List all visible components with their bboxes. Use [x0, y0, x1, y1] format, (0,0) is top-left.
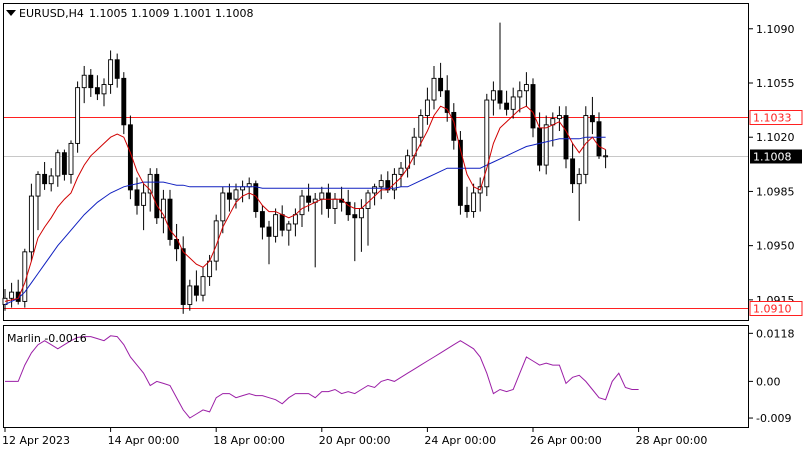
bull-candle-body [68, 142, 74, 175]
bear-candle-body [504, 102, 510, 110]
bear-candle-body [279, 214, 285, 231]
bull-candle-body [299, 195, 305, 216]
bear-candle-body [530, 84, 536, 129]
bull-candle-body [207, 260, 213, 278]
bear-candle-body [596, 121, 602, 157]
price-tick-label: 1.1020 [756, 131, 795, 144]
bull-candle-body [81, 74, 87, 89]
marlin-tick-label: 0.00 [756, 375, 781, 388]
time-tick-label: 18 Apr 00:00 [213, 434, 285, 447]
bull-candle-body [332, 198, 338, 209]
bull-candle-body [286, 223, 292, 231]
marlin-axis: 0.0118 0.00 -0.009 [749, 327, 795, 425]
bear-candle-body [438, 77, 444, 92]
bear-candle-body [114, 59, 120, 79]
level-price-label: 1.0910 [753, 303, 792, 316]
chart-canvas[interactable]: 1.10901.10551.10201.09851.09501.09151.10… [0, 0, 807, 452]
bear-candle-body [167, 198, 173, 240]
bear-candle-body [226, 192, 232, 200]
bear-candle-body [570, 158, 576, 185]
candle [75, 81, 81, 153]
bull-candle-body [101, 84, 107, 95]
bull-candle-body [576, 173, 582, 185]
bull-candle-body [424, 99, 430, 116]
bear-candle-body [352, 214, 358, 219]
candle [154, 168, 160, 224]
candle [121, 72, 127, 135]
bear-candle-body [259, 211, 265, 228]
time-tick-label: 20 Apr 00:00 [319, 434, 391, 447]
bull-candle-body [398, 167, 404, 175]
bull-candle-body [418, 115, 424, 138]
bull-candle-body [517, 90, 523, 98]
bull-candle-body [523, 84, 529, 92]
time-tick-label: 28 Apr 00:00 [636, 434, 708, 447]
ohlc-values: 1.1005 1.1009 1.1001 1.1008 [89, 7, 253, 20]
bull-candle-body [233, 189, 239, 200]
bull-candle-body [35, 173, 41, 197]
bull-candle-body [28, 195, 34, 253]
bull-candle-body [187, 285, 193, 305]
price-tick-label: 1.0985 [756, 185, 795, 198]
symbol-timeframe: EURUSD,H4 [19, 7, 84, 20]
bear-candle-body [180, 248, 186, 305]
time-tick-label: 26 Apr 00:00 [530, 434, 602, 447]
bear-candle-body [325, 192, 331, 209]
bull-candle-body [378, 180, 384, 188]
marlin-tick-label: 0.0118 [756, 327, 795, 340]
bear-candle-body [589, 115, 595, 123]
bull-candle-body [556, 115, 562, 120]
indicator-panel-frame [3, 325, 749, 428]
indicator-label: Marlin -0.0016 [7, 332, 87, 345]
bull-candle-body [200, 276, 206, 296]
bull-candle-body [431, 77, 437, 101]
price-tick-label: 1.0950 [756, 240, 795, 253]
bear-candle-body [497, 90, 503, 104]
bull-candle-body [55, 152, 61, 177]
time-tick-label: 14 Apr 00:00 [108, 434, 180, 447]
bear-candle-body [134, 189, 140, 206]
bull-candle-body [9, 291, 15, 299]
bear-candle-body [266, 226, 272, 237]
current-price-label: 1.1008 [753, 151, 792, 164]
bear-candle-body [306, 195, 312, 203]
price-tick-label: 1.1055 [756, 77, 795, 90]
bear-candle-body [121, 77, 127, 126]
bear-candle-body [193, 285, 199, 296]
bear-candle-body [537, 127, 543, 166]
bull-candle-body [48, 175, 54, 185]
time-tick-label: 24 Apr 00:00 [424, 434, 496, 447]
bear-candle-body [94, 87, 100, 95]
bear-candle-body [88, 74, 94, 89]
bull-candle-body [471, 192, 477, 213]
time-axis: 12 Apr 2023 14 Apr 00:00 18 Apr 00:00 20 Ap… [2, 428, 707, 447]
price-tick-label: 1.1090 [756, 23, 795, 36]
candle [484, 93, 490, 197]
bull-candle-body [543, 124, 549, 166]
bull-candle-body [220, 192, 226, 222]
bull-candle-body [358, 208, 364, 219]
time-tick-label: 12 Apr 2023 [2, 434, 70, 447]
bull-candle-body [510, 96, 516, 110]
candle [563, 106, 569, 169]
bull-candle-body [292, 214, 298, 225]
bull-candle-body [603, 155, 609, 158]
bull-candle-body [108, 59, 114, 85]
bull-candle-body [75, 87, 81, 144]
bull-candle-body [141, 192, 147, 206]
bear-candle-body [464, 204, 470, 213]
bear-candle-body [563, 115, 569, 160]
bull-candle-body [273, 214, 279, 237]
price-axis: 1.10901.10551.10201.09851.09501.09151.10… [749, 23, 803, 316]
level-price-label: 1.1033 [753, 112, 792, 125]
bull-candle-body [490, 90, 496, 101]
bear-candle-body [61, 152, 67, 175]
price-panel-frame [3, 3, 749, 321]
bear-candle-body [42, 173, 48, 185]
bull-candle-body [319, 192, 325, 200]
bull-candle-body [372, 186, 378, 194]
bear-candle-body [154, 173, 160, 219]
marlin-tick-label: -0.009 [756, 412, 791, 425]
